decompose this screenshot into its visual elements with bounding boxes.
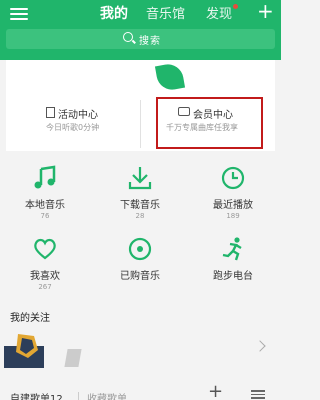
tab-music-hall[interactable]: 音乐馆 — [146, 3, 185, 22]
leaf-avatar-icon[interactable] — [154, 61, 186, 93]
tab-created-playlists[interactable]: 自建歌单12 — [10, 390, 63, 400]
menu-icon[interactable] — [10, 5, 28, 21]
grid-label: 最近播放 — [213, 200, 253, 211]
clock-icon — [221, 166, 245, 190]
grid-item-favorites[interactable]: 我喜欢 267 — [5, 236, 85, 291]
music-note-icon — [34, 165, 56, 189]
grid-count: 189 — [226, 212, 240, 220]
tab-collected-playlists[interactable]: 收藏歌单 — [87, 390, 127, 400]
list-menu-icon[interactable] — [251, 388, 265, 400]
flag-icon — [46, 107, 55, 118]
heart-icon — [34, 238, 56, 260]
chevron-right-icon[interactable] — [254, 340, 266, 352]
search-placeholder: 搜索 — [139, 36, 161, 47]
grid-label: 跑步电台 — [213, 271, 253, 282]
tab-mine[interactable]: 我的 — [100, 3, 128, 23]
running-icon — [222, 237, 242, 261]
download-icon — [128, 167, 152, 190]
disc-icon — [128, 237, 152, 261]
tab-discover[interactable]: 发现 — [206, 3, 232, 22]
grid-label: 本地音乐 — [25, 200, 65, 211]
grid-item-purchased[interactable]: 已购音乐 — [100, 236, 180, 282]
notification-dot — [233, 4, 238, 9]
grid-item-running-radio[interactable]: 跑步电台 — [193, 236, 273, 282]
search-bar[interactable]: 搜索 — [6, 29, 275, 49]
grid-count: 28 — [135, 212, 145, 220]
add-icon[interactable]: + — [208, 383, 223, 400]
search-icon — [123, 32, 133, 42]
grid-item-recent[interactable]: 最近播放 189 — [193, 165, 273, 220]
grid-label: 我喜欢 — [30, 271, 60, 282]
grid-count: 76 — [40, 212, 50, 220]
grid-item-local-music[interactable]: 本地音乐 76 — [5, 165, 85, 220]
grid-label: 下载音乐 — [120, 200, 160, 211]
top-bar: 我的 音乐馆 发现 + 搜索 — [0, 0, 281, 60]
activity-center-subtitle: 今日听歌0分钟 — [46, 123, 100, 132]
grid-label: 已购音乐 — [120, 271, 160, 282]
plus-icon[interactable]: + — [257, 1, 274, 21]
grid-count: 267 — [38, 283, 52, 291]
card-divider — [140, 100, 141, 148]
highlight-box — [156, 97, 263, 149]
avatar[interactable] — [4, 324, 44, 368]
following-title: 我的关注 — [10, 313, 50, 324]
tab-divider — [78, 392, 79, 400]
activity-center-title[interactable]: 活动中心 — [58, 106, 98, 121]
grid-item-download[interactable]: 下载音乐 28 — [100, 165, 180, 220]
avatar[interactable] — [64, 349, 82, 367]
